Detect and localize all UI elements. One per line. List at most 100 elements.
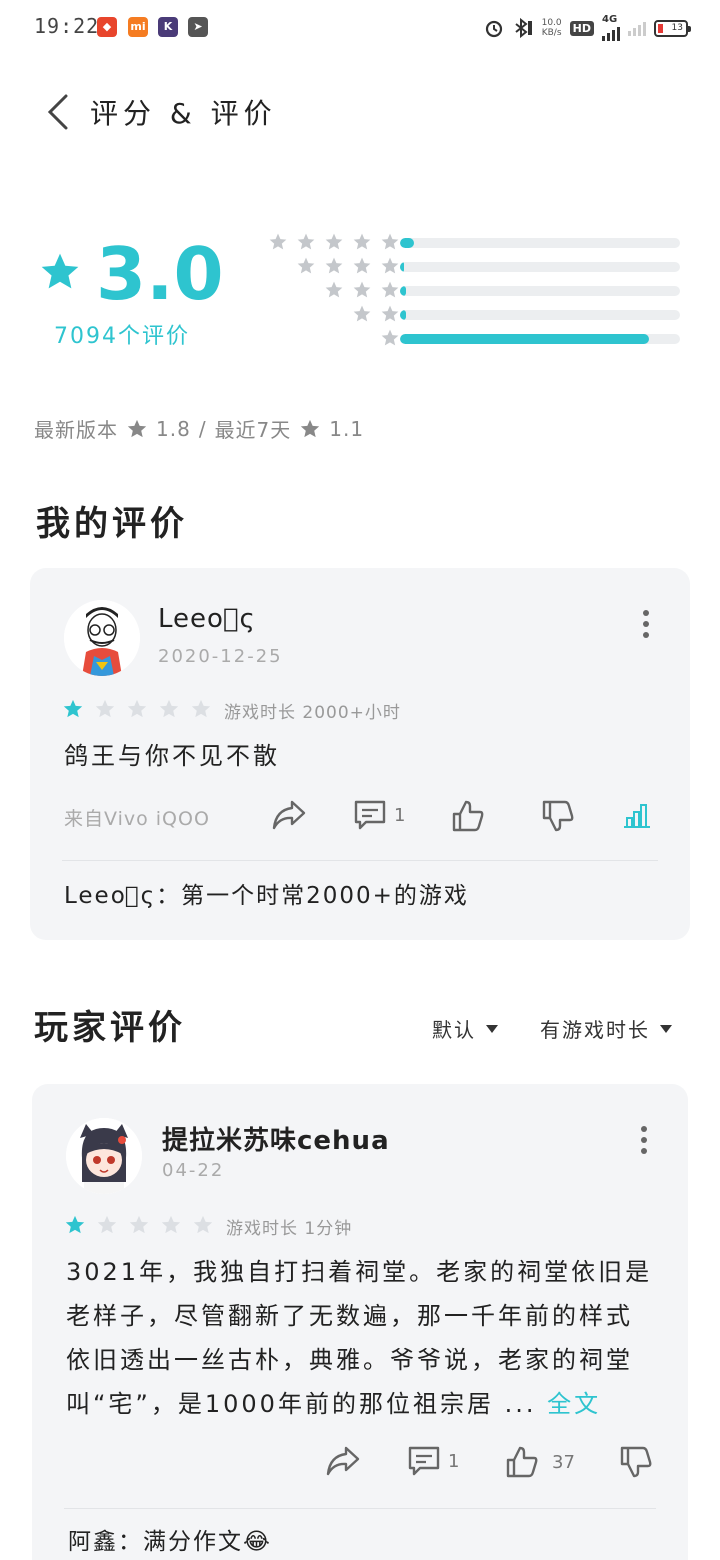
k-app-icon: K	[158, 17, 178, 37]
user-rating-stars	[64, 1214, 214, 1236]
review-date: 04-22	[162, 1160, 225, 1181]
star-icon	[65, 1215, 85, 1234]
user-name[interactable]: Leeo゚ς	[158, 604, 256, 634]
rating-bar	[400, 262, 680, 272]
star-icon	[381, 257, 399, 274]
dislike-button[interactable]	[540, 798, 576, 834]
review-line: 依旧透出一丝古朴，典雅。爷爷说，老家的祠堂	[66, 1346, 633, 1374]
review-date: 2020-12-25	[158, 646, 283, 667]
overall-score: 3.0	[96, 232, 224, 316]
star-icon	[41, 253, 79, 289]
avatar[interactable]	[66, 1118, 142, 1194]
avatar[interactable]	[64, 600, 140, 676]
reply-text[interactable]: 阿鑫：满分作文😂	[68, 1522, 272, 1556]
star-icon	[325, 281, 343, 298]
share-button[interactable]	[270, 798, 308, 832]
star-icon	[353, 233, 371, 250]
player-review-card: 提拉米苏味cehua 04-22 游戏时长 1分钟 3021年，我独自打扫着祠堂…	[32, 1084, 688, 1560]
alarm-icon	[485, 20, 502, 38]
bar-chart-icon	[624, 804, 650, 828]
like-count: 37	[552, 1451, 575, 1473]
dislike-button[interactable]	[618, 1444, 654, 1480]
user-avatar-image	[66, 1118, 142, 1194]
version-rating: 最新版本 1.8 / 最近7天 1.1	[34, 414, 364, 443]
my-review-card: Leeo゚ς 2020-12-25 游戏时长 2000+小时 鸽王与你不见不散 …	[30, 568, 690, 940]
star-icon	[193, 1215, 213, 1234]
my-review-title: 我的评价	[36, 504, 188, 544]
device-label: 来自Vivo iQOO	[64, 808, 210, 830]
playtime: 游戏时长 1分钟	[226, 1219, 353, 1239]
player-reviews-title: 玩家评价	[34, 1008, 186, 1048]
rating-bar-fill	[400, 286, 406, 296]
battery-indicator: 13	[654, 19, 691, 37]
share-icon	[326, 1446, 360, 1476]
rating-bar-fill	[400, 238, 414, 248]
bluetooth-icon	[514, 17, 532, 39]
separator: /	[198, 416, 207, 441]
star-icon	[381, 281, 399, 298]
divider	[62, 860, 658, 861]
rating-bar	[400, 286, 680, 296]
rating-row-4-stars	[240, 256, 690, 280]
hd-badge: HD	[569, 20, 594, 36]
review-line: 3021年，我独自打扫着祠堂。老家的祠堂依旧是	[66, 1258, 653, 1286]
star-icon	[297, 257, 315, 274]
star-icon	[381, 329, 399, 346]
star-icon	[127, 699, 147, 718]
star-icon	[353, 305, 371, 322]
rating-summary: 3.0 7094个评价	[0, 220, 720, 360]
header: 评分 & 评价	[0, 80, 720, 144]
star-icon	[297, 233, 315, 250]
rating-row-2-stars	[240, 304, 690, 328]
sort-dropdown[interactable]: 默认	[432, 1014, 498, 1043]
star-icon	[63, 699, 83, 718]
review-line: 老样子，尽管翻新了无数遍，那一千年前的样式	[66, 1302, 633, 1330]
more-options-button[interactable]	[636, 606, 656, 642]
review-count: 7094个评价	[54, 324, 190, 349]
more-options-button[interactable]	[634, 1122, 654, 1158]
comment-button[interactable]: 1	[406, 1444, 459, 1478]
rating-bar	[400, 238, 680, 248]
rating-row-3-stars	[240, 280, 690, 304]
share-button[interactable]	[324, 1444, 362, 1478]
user-rating-stars	[62, 698, 212, 720]
full-text-link[interactable]: 全文	[547, 1390, 601, 1418]
comment-button[interactable]: 1	[352, 798, 405, 832]
comment-icon	[354, 800, 386, 830]
latest-version-label: 最新版本	[34, 418, 118, 442]
back-button[interactable]	[42, 92, 78, 132]
review-text[interactable]: 3021年，我独自打扫着祠堂。老家的祠堂依旧是 老样子，尽管翻新了无数遍，那一千…	[66, 1250, 666, 1426]
star-icon	[381, 305, 399, 322]
user-name[interactable]: 提拉米苏味cehua	[162, 1120, 390, 1157]
review-line: 叫“宅”，是1000年前的那位祖宗居 ... 全文	[66, 1390, 602, 1418]
comment-icon	[408, 1446, 440, 1476]
latest-version-score: 1.8	[156, 416, 191, 441]
star-icon	[353, 281, 371, 298]
star-icon	[95, 699, 115, 718]
star-icon	[127, 419, 147, 437]
star-icon	[97, 1215, 117, 1234]
playtime-filter-label: 有游戏时长	[540, 1018, 650, 1042]
thumbs-up-icon	[452, 800, 484, 832]
rating-bar	[400, 334, 680, 344]
thumbs-up-icon	[506, 1446, 538, 1478]
star-icon	[381, 233, 399, 250]
star-icon	[301, 419, 320, 437]
playtime-filter-dropdown[interactable]: 有游戏时长	[540, 1014, 672, 1043]
star-icon	[129, 1215, 149, 1234]
rating-row-1-stars	[240, 328, 690, 352]
playtime: 游戏时长 2000+小时	[224, 703, 401, 723]
star-icon	[325, 257, 343, 274]
divider	[64, 1508, 656, 1509]
review-text[interactable]: 鸽王与你不见不散	[64, 734, 280, 778]
thumbs-down-icon	[620, 1446, 652, 1478]
cell-signal: 4G	[602, 15, 620, 41]
like-button[interactable]: 37	[504, 1444, 575, 1480]
page-title: 评分 & 评价	[90, 97, 277, 130]
comment-count: 1	[448, 1450, 460, 1472]
stats-button[interactable]	[622, 800, 652, 830]
chevron-left-icon	[47, 94, 68, 130]
wifi-signal	[628, 20, 646, 36]
like-button[interactable]	[450, 798, 486, 834]
reply-text[interactable]: Leeo゚ς：第一个时常2000+的游戏	[64, 876, 469, 910]
